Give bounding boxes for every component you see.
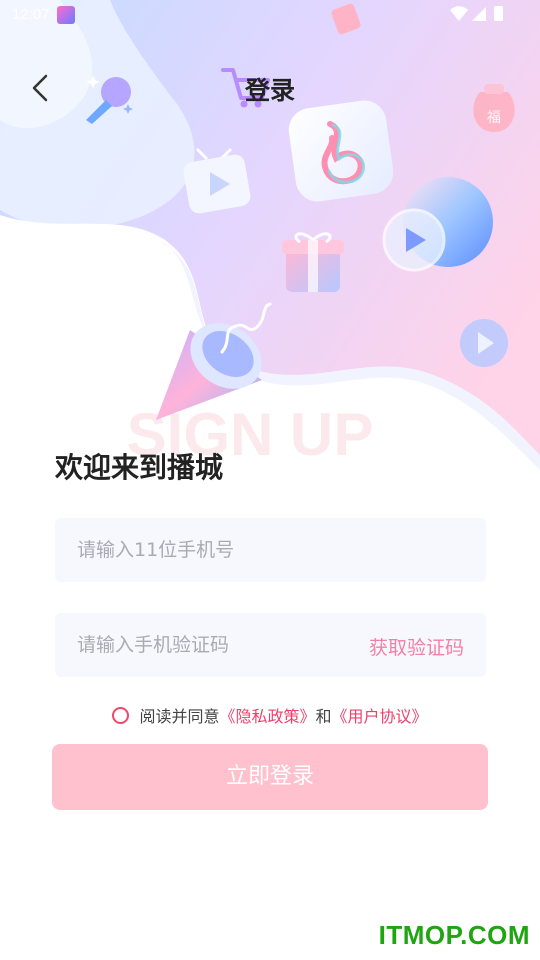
- verification-code-input[interactable]: [77, 613, 357, 677]
- page-title: 登录: [244, 76, 295, 105]
- agree-checkbox[interactable]: [112, 706, 130, 724]
- svg-text:福: 福: [487, 110, 501, 126]
- privacy-policy-link[interactable]: 《隐私政策》: [219, 703, 315, 727]
- user-agreement-link[interactable]: 《用户协议》: [332, 703, 428, 727]
- site-watermark: ITMOP.COM: [378, 920, 530, 950]
- agreement-row: 阅读并同意 《隐私政策》 和 《用户协议》: [0, 703, 540, 728]
- signal-icon: [472, 7, 486, 21]
- status-time: 12:07: [12, 6, 50, 23]
- app-notification-icon: [57, 6, 75, 24]
- welcome-heading: 欢迎来到播城: [55, 451, 224, 484]
- phone-input[interactable]: [77, 518, 357, 582]
- battery-icon: [494, 6, 503, 21]
- get-code-button[interactable]: 获取验证码: [369, 633, 464, 660]
- gift-icon: [282, 232, 344, 292]
- status-bar: 12:07: [0, 0, 540, 30]
- phone-field-container: [55, 518, 486, 582]
- agreement-prefix-text: 阅读并同意: [139, 707, 220, 726]
- wifi-icon: [450, 6, 468, 21]
- login-button[interactable]: 立即登录: [52, 744, 488, 810]
- small-play-circle-icon: [460, 319, 508, 367]
- code-field-container: 获取验证码: [55, 613, 486, 677]
- agreement-and-text: 和: [315, 707, 332, 726]
- music-note-app-icon: [288, 100, 394, 202]
